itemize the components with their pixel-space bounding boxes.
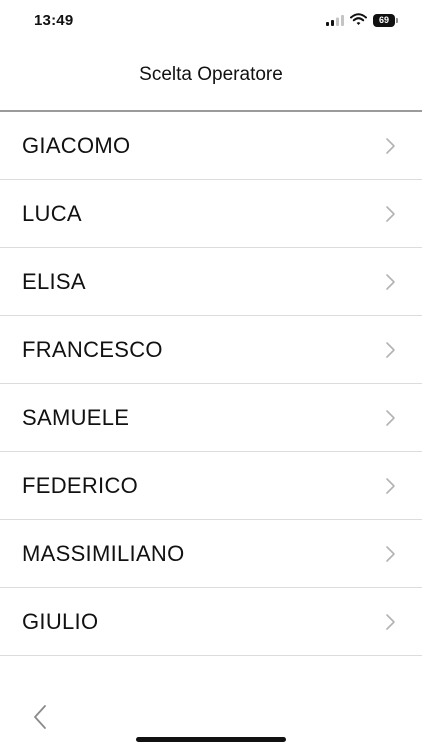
operator-name: FRANCESCO	[22, 337, 163, 362]
chevron-left-icon	[34, 705, 46, 729]
chevron-right-icon	[386, 614, 395, 630]
list-item-samuele[interactable]: SAMUELE	[0, 384, 422, 452]
operator-name: ELISA	[22, 269, 86, 294]
status-bar: 13:49 69	[0, 0, 422, 44]
operator-list: GIACOMO LUCA ELISA FRANCESCO SAMUELE FED…	[0, 112, 422, 656]
signal-icon	[326, 15, 344, 26]
operator-name: GIACOMO	[22, 133, 131, 158]
operator-name: FEDERICO	[22, 473, 139, 498]
chevron-right-icon	[386, 546, 395, 562]
chevron-right-icon	[386, 478, 395, 494]
wifi-icon	[350, 13, 367, 25]
chevron-right-icon	[386, 410, 395, 426]
list-item-elisa[interactable]: ELISA	[0, 248, 422, 316]
battery-cap	[396, 18, 398, 23]
home-indicator[interactable]	[136, 737, 286, 742]
list-item-giacomo[interactable]: GIACOMO	[0, 112, 422, 180]
page-title: Scelta Operatore	[139, 64, 283, 85]
list-item-francesco[interactable]: FRANCESCO	[0, 316, 422, 384]
list-item-massimiliano[interactable]: MASSIMILIANO	[0, 520, 422, 588]
list-item-federico[interactable]: FEDERICO	[0, 452, 422, 520]
operator-name: GIULIO	[22, 609, 99, 634]
list-item-giulio[interactable]: GIULIO	[0, 588, 422, 656]
operator-name: MASSIMILIANO	[22, 541, 185, 566]
chevron-right-icon	[386, 342, 395, 358]
status-time: 13:49	[34, 12, 74, 29]
operator-name: LUCA	[22, 201, 82, 226]
battery-icon: 69	[373, 14, 399, 27]
back-button[interactable]	[28, 702, 52, 732]
chevron-right-icon	[386, 274, 395, 290]
operator-name: SAMUELE	[22, 405, 130, 430]
chevron-right-icon	[386, 206, 395, 222]
chevron-right-icon	[386, 138, 395, 154]
list-item-luca[interactable]: LUCA	[0, 180, 422, 248]
battery-level: 69	[373, 14, 395, 27]
